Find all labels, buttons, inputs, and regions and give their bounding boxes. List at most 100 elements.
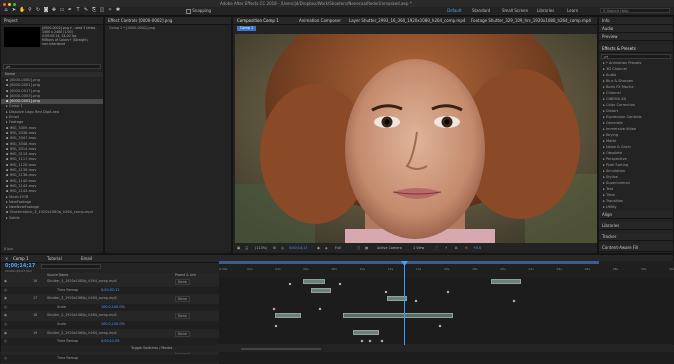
parent-dropdown[interactable]: None xyxy=(175,296,190,303)
visibility-eye-icon[interactable]: ◉ xyxy=(4,330,7,338)
flowchart-icon[interactable]: ⧉ xyxy=(455,243,457,253)
grid-icon[interactable]: ⊞ xyxy=(273,243,276,253)
tab-tutorial[interactable]: Tutorial xyxy=(47,255,62,262)
keyframe[interactable] xyxy=(446,290,450,294)
layer-clip[interactable] xyxy=(343,313,453,318)
tab-composition-comp1[interactable]: Composition Comp 1 xyxy=(237,17,279,24)
keyframe[interactable] xyxy=(274,324,278,328)
tab-animation-composer[interactable]: Animation Composer xyxy=(299,17,341,24)
layer-property-row[interactable]: ◷ Time Remap 0;00;02;11 xyxy=(1,286,219,296)
keyframe[interactable] xyxy=(360,339,364,343)
keyframe[interactable] xyxy=(318,307,322,311)
effects-category[interactable]: ▸ Utility xyxy=(599,204,673,210)
always-preview-icon[interactable]: ▣ xyxy=(237,243,240,253)
layer-clip[interactable] xyxy=(491,279,521,284)
workspace-standard[interactable]: Standard xyxy=(472,8,490,13)
stopwatch-icon[interactable]: ◷ xyxy=(4,304,7,312)
hand-tool-icon[interactable]: ✋ xyxy=(19,8,25,13)
name-column-label[interactable]: Name xyxy=(5,72,15,76)
playhead[interactable] xyxy=(404,261,405,345)
time-ruler[interactable]: 0:00s 02s 04s 06s 08s 10s 12s 14s 16s 18s 20s 22s 24… xyxy=(219,261,674,278)
workspace-libraries[interactable]: Libraries xyxy=(537,8,554,13)
tab-comp1[interactable]: Comp 1 xyxy=(13,255,29,262)
home-icon[interactable]: ⌂ xyxy=(3,8,9,13)
tab-footage[interactable]: Footage Shutter_329_109_hrs_1920x1080_h2… xyxy=(471,17,597,24)
layer-row[interactable]: ◉ 19 Shutter_2_1920x1080p_h264_comp.mp4 Non… xyxy=(1,329,219,339)
rotate-tool-icon[interactable]: ↻ xyxy=(35,8,41,13)
info-panel-tab[interactable]: Info xyxy=(599,17,673,25)
layer-row[interactable]: ◉ 18 Shutter_2_1920x1080p_h264_comp.mp4 Non… xyxy=(1,312,219,321)
text-tool-icon[interactable]: T xyxy=(75,8,81,13)
keyframe[interactable] xyxy=(438,324,442,328)
stopwatch-icon[interactable]: ◷ xyxy=(4,321,7,329)
zoom-slider[interactable] xyxy=(241,348,321,350)
keyframe[interactable] xyxy=(380,339,384,343)
minimize-window-button[interactable] xyxy=(8,3,11,6)
parent-dropdown[interactable]: None xyxy=(175,313,190,320)
reset-exposure-icon[interactable]: ⊙ xyxy=(465,243,468,253)
viewer-timecode[interactable]: 0;00;14;17 xyxy=(289,243,308,253)
layer-clip[interactable] xyxy=(303,279,325,284)
show-snapshot-icon[interactable]: ◈ xyxy=(325,243,328,253)
toggle-pixel-icon[interactable]: ⬚ xyxy=(435,243,438,253)
property-value[interactable]: 100.0,100.0% xyxy=(101,321,125,329)
close-icon[interactable]: × xyxy=(5,255,8,262)
effect-controls-tab[interactable]: Effect Controls [0000-0002].png xyxy=(105,17,231,25)
bit-depth-indicator[interactable]: 8 bpc xyxy=(4,247,13,251)
project-tab[interactable]: Project xyxy=(1,17,103,25)
layer-row[interactable]: ◉ 16 Shutter_3_1920x1080p_h264_comp.mp4 Non… xyxy=(1,278,219,287)
preview-panel-tab[interactable]: Preview xyxy=(599,33,673,41)
layer-clip[interactable] xyxy=(275,313,301,318)
camera-tool-icon[interactable]: ◙ xyxy=(43,8,49,13)
view-layout-dropdown[interactable]: 1 View xyxy=(413,243,424,253)
layer-property-row[interactable]: ◷ Scale 100.0,100.0% xyxy=(1,320,219,330)
keyframe[interactable] xyxy=(338,282,342,286)
workspace-default[interactable]: Default xyxy=(447,8,462,13)
fast-preview-icon[interactable]: ⚡ xyxy=(445,243,447,253)
work-area-bar[interactable] xyxy=(219,261,599,264)
tab-email[interactable]: Email xyxy=(81,255,92,262)
keyframe[interactable] xyxy=(272,307,276,311)
parent-dropdown[interactable]: None xyxy=(175,279,190,285)
tab-layer[interactable]: Layer Shutter_2993_16_360_1920x1080_h264… xyxy=(349,17,469,24)
stopwatch-icon[interactable]: ◷ xyxy=(4,355,7,363)
comp-breadcrumb-chip[interactable]: Comp 1 xyxy=(237,26,257,31)
roi-icon[interactable]: ▢ xyxy=(357,243,360,253)
libraries-panel-tab[interactable]: Libraries xyxy=(599,222,673,230)
clone-tool-icon[interactable]: ⎘ xyxy=(91,8,97,13)
rectangle-tool-icon[interactable]: ▭ xyxy=(59,8,65,13)
zoom-dropdown[interactable]: (113%) xyxy=(255,243,267,253)
roto-tool-icon[interactable]: ✧ xyxy=(107,8,113,13)
toggle-switches-modes[interactable]: Toggle Switches / Modes xyxy=(131,345,172,352)
tracker-panel-tab[interactable]: Tracker xyxy=(599,233,673,241)
audio-panel-tab[interactable]: Audio xyxy=(599,25,673,33)
track-area[interactable] xyxy=(219,278,674,344)
exposure-value[interactable]: +0.0 xyxy=(473,243,481,253)
layer-clip[interactable] xyxy=(311,288,331,293)
resolution-dropdown[interactable]: Full xyxy=(335,243,341,253)
stopwatch-icon[interactable]: ◷ xyxy=(4,287,7,295)
pen-tool-icon[interactable]: ✒ xyxy=(67,8,73,13)
effects-presets-title[interactable]: Effects & Presets xyxy=(599,45,673,53)
property-value[interactable]: 100.0,100.0% xyxy=(101,304,125,312)
keyframe[interactable] xyxy=(368,339,372,343)
keyframe[interactable] xyxy=(512,299,516,303)
region-icon[interactable]: ◲ xyxy=(245,243,248,253)
keyframe[interactable] xyxy=(414,299,418,303)
workspace-small-screen[interactable]: Small Screen xyxy=(502,8,528,13)
maximize-window-button[interactable] xyxy=(13,3,16,6)
brush-tool-icon[interactable]: ✎ xyxy=(83,8,89,13)
workspace-learn[interactable]: Learn xyxy=(567,8,578,13)
layer-row[interactable]: ◉ 17 Shutter_3_1920x1080p_h264_comp.mp4 Non… xyxy=(1,295,219,304)
snapshot-icon[interactable]: ◉ xyxy=(317,243,320,253)
snapping-toggle[interactable]: Snapping xyxy=(186,8,211,14)
mask-icon[interactable]: ◎ xyxy=(281,243,284,253)
timeline-search-input[interactable] xyxy=(41,264,101,269)
layer-clip[interactable] xyxy=(353,330,379,335)
layer-property-row[interactable]: ◷ Scale 100.0,100.0% xyxy=(1,303,219,313)
puppet-tool-icon[interactable]: ✱ xyxy=(115,8,121,13)
keyframe[interactable] xyxy=(288,282,292,286)
visibility-eye-icon[interactable]: ◉ xyxy=(4,295,7,303)
content-aware-fill-panel-tab[interactable]: Content-Aware Fill xyxy=(599,244,673,252)
visibility-eye-icon[interactable]: ◉ xyxy=(4,312,7,320)
